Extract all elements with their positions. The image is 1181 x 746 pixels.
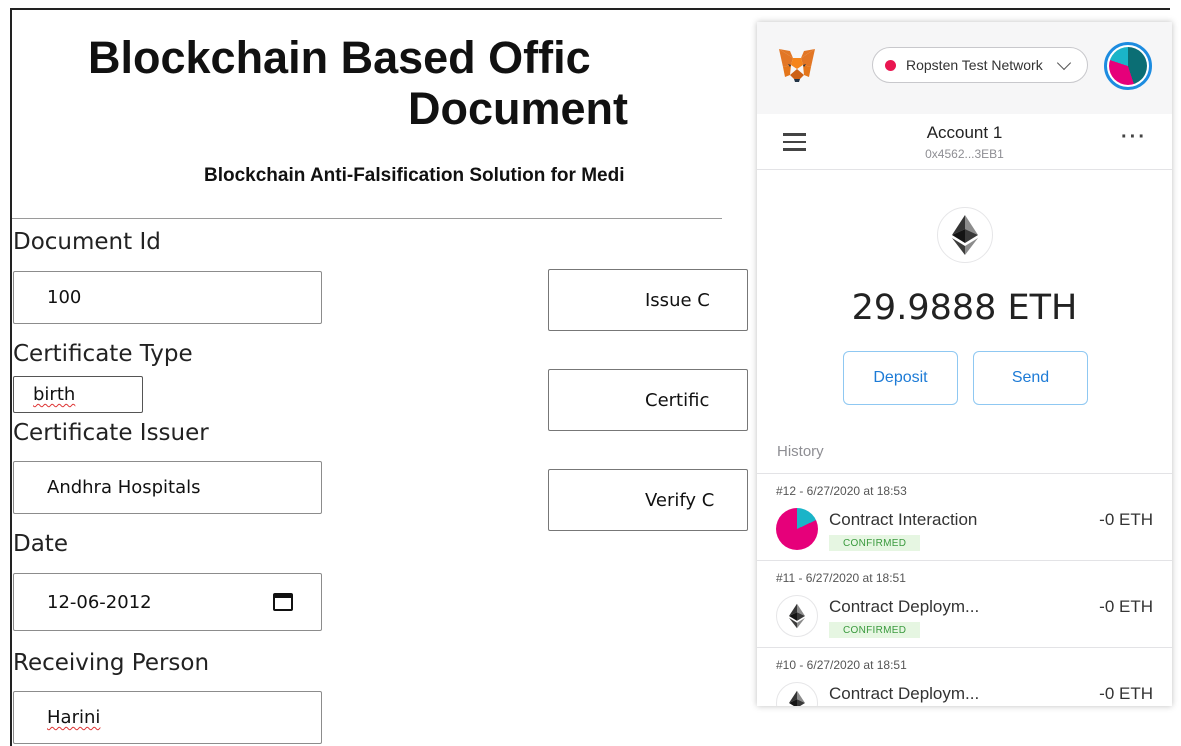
chevron-down-icon	[1056, 55, 1072, 70]
network-selector[interactable]: Ropsten Test Network	[872, 47, 1088, 83]
certificate-button[interactable]: Certific	[548, 369, 748, 431]
transaction-title: Contract Interaction	[829, 510, 978, 529]
date-input[interactable]: 12-06-2012	[13, 573, 322, 631]
ethereum-icon	[776, 682, 818, 706]
transaction-amount: -0 ETH	[1099, 684, 1153, 703]
account-jazzicon	[1109, 47, 1147, 85]
account-bar: Account 1 0x4562...3EB1	[757, 114, 1172, 170]
account-jazzicon	[776, 508, 818, 550]
date-value: 12-06-2012	[47, 591, 152, 613]
metamask-header: Ropsten Test Network	[757, 22, 1172, 114]
document-id-input[interactable]: 100	[13, 271, 322, 324]
metamask-popup: Ropsten Test Network Account 1 0x4562...…	[757, 22, 1172, 706]
transaction-title: Contract Deploym...	[829, 684, 980, 703]
certificate-issuer-value: Andhra Hospitals	[47, 477, 201, 498]
certificate-type-input[interactable]: birth	[13, 376, 143, 413]
metamask-fox-icon	[779, 49, 815, 82]
receiving-person-label: Receiving Person	[13, 650, 210, 676]
transaction-date: #10 - 6/27/2020 at 18:51	[776, 658, 907, 672]
more-options-icon[interactable]: ···	[1121, 126, 1147, 149]
network-label: Ropsten Test Network	[906, 57, 1043, 73]
status-badge: CONFIRMED	[829, 535, 921, 551]
page-border-left	[10, 8, 12, 746]
transaction-item[interactable]: #10 - 6/27/2020 at 18:51 Contract Deploy…	[757, 648, 1172, 706]
receiving-person-value: Harini	[47, 707, 101, 728]
transaction-title: Contract Deploym...	[829, 597, 980, 616]
history-heading: History	[777, 443, 824, 460]
transaction-item[interactable]: #12 - 6/27/2020 at 18:53 Contract Intera…	[757, 474, 1172, 561]
eth-balance: 29.9888 ETH	[851, 288, 1078, 328]
certificate-issuer-label: Certificate Issuer	[13, 420, 209, 446]
issue-certificate-button[interactable]: Issue C	[548, 269, 748, 331]
transaction-date: #11 - 6/27/2020 at 18:51	[776, 571, 906, 585]
account-address[interactable]: 0x4562...3EB1	[757, 147, 1172, 161]
page-title-line-1: Blockchain Based Offic	[88, 32, 591, 83]
certificate-type-value: birth	[33, 384, 76, 405]
ethereum-icon	[937, 207, 993, 263]
transaction-date: #12 - 6/27/2020 at 18:53	[776, 484, 907, 498]
calendar-icon[interactable]	[273, 593, 293, 611]
network-status-icon	[885, 59, 896, 71]
page-title-line-2: Document	[408, 83, 629, 134]
certificate-type-label: Certificate Type	[13, 341, 193, 367]
send-button[interactable]: Send	[973, 351, 1088, 405]
transaction-amount: -0 ETH	[1099, 510, 1153, 529]
certificate-issuer-input[interactable]: Andhra Hospitals	[13, 461, 322, 514]
page-subtitle: Blockchain Anti-Falsification Solution f…	[204, 165, 625, 186]
account-name[interactable]: Account 1	[757, 123, 1172, 143]
transaction-item[interactable]: #11 - 6/27/2020 at 18:51 Contract Deploy…	[757, 561, 1172, 648]
account-avatar[interactable]	[1104, 42, 1152, 90]
verify-certificate-button[interactable]: Verify C	[548, 469, 748, 531]
document-id-value: 100	[47, 287, 82, 308]
date-label: Date	[13, 531, 68, 557]
divider	[12, 218, 722, 219]
receiving-person-input[interactable]: Harini	[13, 691, 322, 744]
transaction-amount: -0 ETH	[1099, 597, 1153, 616]
deposit-button[interactable]: Deposit	[843, 351, 958, 405]
document-id-label: Document Id	[13, 229, 161, 255]
page-border-top	[10, 8, 1170, 10]
ethereum-icon	[776, 595, 818, 637]
status-badge: CONFIRMED	[829, 622, 921, 638]
